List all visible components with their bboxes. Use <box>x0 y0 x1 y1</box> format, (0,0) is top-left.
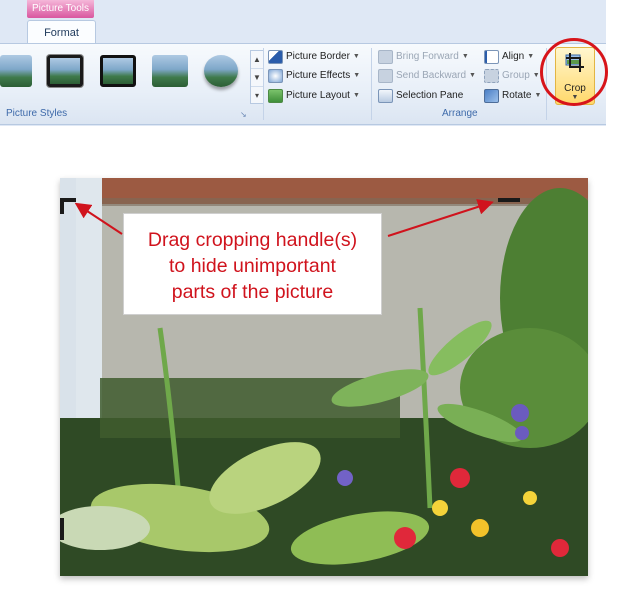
arrow-to-top-left-handle <box>74 202 123 235</box>
instruction-callout: Drag cropping handle(s) to hide unimport… <box>123 213 382 315</box>
callout-line-3: parts of the picture <box>171 281 334 303</box>
arrow-to-top-handle <box>387 199 494 237</box>
callout-line-2: to hide unimportant <box>169 255 336 277</box>
callout-line-1: Drag cropping handle(s) <box>147 229 358 251</box>
